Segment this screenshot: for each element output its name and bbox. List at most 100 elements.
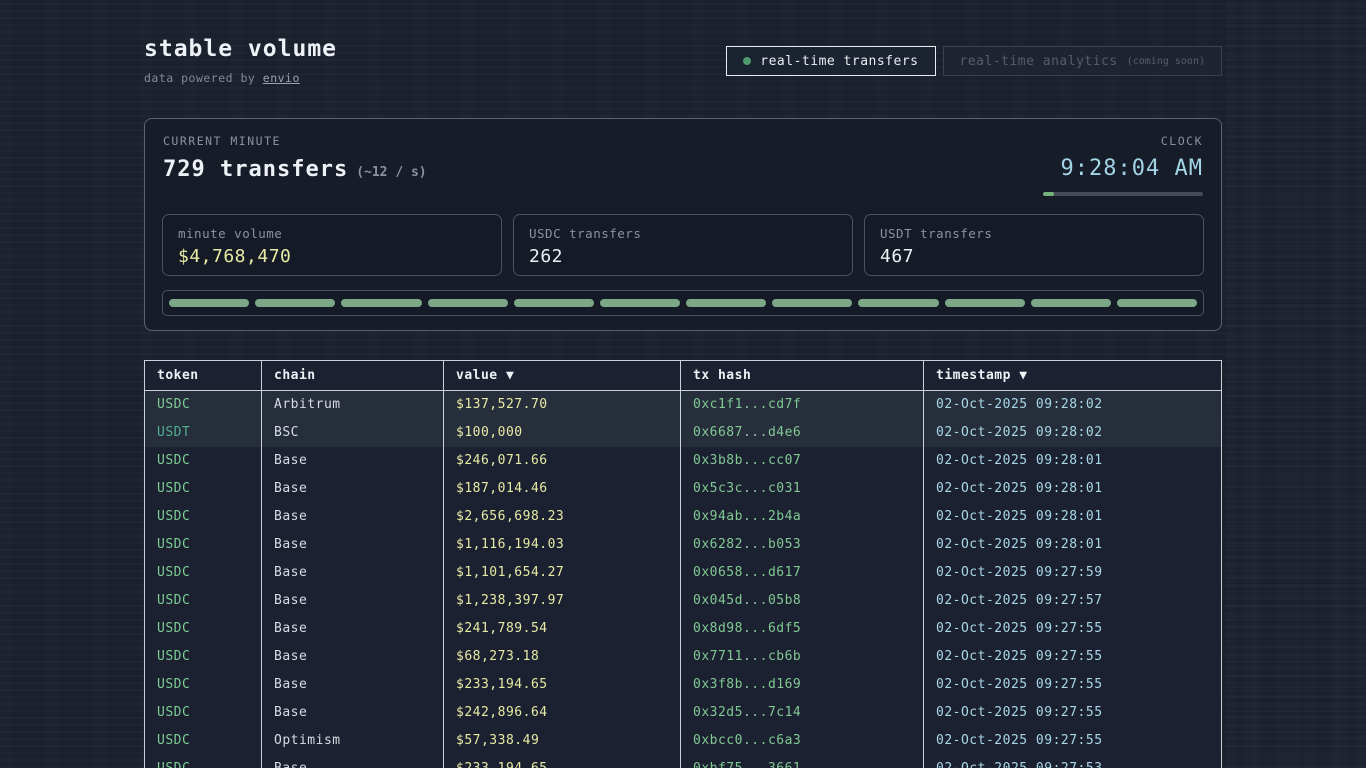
envio-link[interactable]: envio [263,71,300,85]
token-cell: USDC [145,755,262,768]
value-cell: $100,000 [444,419,681,447]
current-minute-label: CURRENT MINUTE [163,134,427,148]
timestamp-cell: 02-Oct-2025 09:28:02 [924,391,1222,419]
token-cell: USDC [145,699,262,727]
stat-card-label: USDC transfers [529,226,837,241]
token-cell: USDC [145,727,262,755]
minute-segment [428,299,508,307]
column-header-chain: chain [262,361,444,391]
tx-hash-link[interactable]: 0xbf75...3661 [681,755,924,768]
tx-hash-link[interactable]: 0x3f8b...d169 [681,671,924,699]
minute-segment [772,299,852,307]
clock-box: CLOCK 9:28:04 AM [1043,134,1203,196]
minute-segment [600,299,680,307]
chain-cell: BSC [262,419,444,447]
table-row: USDCBase$1,116,194.030x6282...b05302-Oct… [145,531,1222,559]
powered-by-prefix: data powered by [144,71,263,85]
tx-hash-link[interactable]: 0xc1f1...cd7f [681,391,924,419]
table-row: USDCBase$2,656,698.230x94ab...2b4a02-Oct… [145,503,1222,531]
timestamp-cell: 02-Oct-2025 09:28:01 [924,447,1222,475]
table-row: USDCBase$233,194.650xbf75...366102-Oct-2… [145,755,1222,768]
chain-cell: Base [262,559,444,587]
table-row: USDCBase$242,896.640x32d5...7c1402-Oct-2… [145,699,1222,727]
tx-hash-link[interactable]: 0x94ab...2b4a [681,503,924,531]
minute-segment [255,299,335,307]
page-title: stable volume [144,36,337,62]
value-cell: $233,194.65 [444,755,681,768]
minute-segment [686,299,766,307]
timestamp-cell: 02-Oct-2025 09:27:55 [924,699,1222,727]
token-cell: USDC [145,615,262,643]
table-row: USDCBase$1,238,397.970x045d...05b802-Oct… [145,587,1222,615]
table-row: USDCBase$68,273.180x7711...cb6b02-Oct-20… [145,643,1222,671]
chain-cell: Base [262,503,444,531]
tx-hash-link[interactable]: 0x7711...cb6b [681,643,924,671]
transfers-count: 729 transfers [163,157,348,182]
table-row: USDCBase$246,071.660x3b8b...cc0702-Oct-2… [145,447,1222,475]
value-cell: $241,789.54 [444,615,681,643]
table-row: USDCBase$241,789.540x8d98...6df502-Oct-2… [145,615,1222,643]
timestamp-cell: 02-Oct-2025 09:27:55 [924,643,1222,671]
tx-hash-link[interactable]: 0x0658...d617 [681,559,924,587]
current-minute-card: CURRENT MINUTE 729 transfers (~12 / s) C… [144,118,1222,331]
stat-card-usdc-transfers: USDC transfers 262 [513,214,853,276]
tx-hash-link[interactable]: 0xbcc0...c6a3 [681,727,924,755]
chain-cell: Base [262,475,444,503]
tx-hash-link[interactable]: 0x32d5...7c14 [681,699,924,727]
stat-card-value: 467 [880,246,1188,267]
column-header-value[interactable]: value ▼ [444,361,681,391]
chain-cell: Base [262,587,444,615]
table-row: USDCBase$233,194.650x3f8b...d16902-Oct-2… [145,671,1222,699]
live-dot-icon [743,57,751,65]
table-header-row: tokenchainvalue ▼tx hashtimestamp ▼ [145,361,1222,391]
chain-cell: Base [262,531,444,559]
minute-segment [341,299,421,307]
transfers-table: tokenchainvalue ▼tx hashtimestamp ▼ USDC… [144,360,1222,768]
view-tabs: real-time transfers real-time analytics … [726,46,1222,76]
value-cell: $57,338.49 [444,727,681,755]
column-header-token: token [145,361,262,391]
tx-hash-link[interactable]: 0x3b8b...cc07 [681,447,924,475]
tx-hash-link[interactable]: 0x045d...05b8 [681,587,924,615]
stats-top-row: CURRENT MINUTE 729 transfers (~12 / s) C… [162,134,1204,196]
clock-progress-track [1043,192,1203,196]
table-row: USDCOptimism$57,338.490xbcc0...c6a302-Oc… [145,727,1222,755]
column-header-tx-hash: tx hash [681,361,924,391]
timestamp-cell: 02-Oct-2025 09:27:55 [924,727,1222,755]
tab-realtime-transfers[interactable]: real-time transfers [726,46,935,76]
chain-cell: Base [262,643,444,671]
table-row: USDCBase$187,014.460x5c3c...c03102-Oct-2… [145,475,1222,503]
token-cell: USDC [145,559,262,587]
chain-cell: Base [262,755,444,768]
transfers-rate: (~12 / s) [356,165,426,180]
stat-card-usdt-transfers: USDT transfers 467 [864,214,1204,276]
coming-soon-label: (coming soon) [1127,56,1205,67]
tx-hash-link[interactable]: 0x6282...b053 [681,531,924,559]
clock-label: CLOCK [1043,134,1203,148]
token-cell: USDC [145,475,262,503]
value-cell: $233,194.65 [444,671,681,699]
chain-cell: Optimism [262,727,444,755]
clock-time: 9:28:04 AM [1043,156,1203,181]
column-header-timestamp[interactable]: timestamp ▼ [924,361,1222,391]
value-cell: $1,101,654.27 [444,559,681,587]
timestamp-cell: 02-Oct-2025 09:27:55 [924,671,1222,699]
chain-cell: Base [262,447,444,475]
timestamp-cell: 02-Oct-2025 09:27:53 [924,755,1222,768]
tx-hash-link[interactable]: 0x8d98...6df5 [681,615,924,643]
minute-segment-bar [162,290,1204,316]
tx-hash-link[interactable]: 0x5c3c...c031 [681,475,924,503]
tx-hash-link[interactable]: 0x6687...d4e6 [681,419,924,447]
value-cell: $1,116,194.03 [444,531,681,559]
top-bar: stable volume data powered by envio real… [144,0,1222,85]
timestamp-cell: 02-Oct-2025 09:28:01 [924,503,1222,531]
chain-cell: Base [262,671,444,699]
value-cell: $242,896.64 [444,699,681,727]
value-cell: $246,071.66 [444,447,681,475]
stat-card-label: USDT transfers [880,226,1188,241]
stat-card-label: minute volume [178,226,486,241]
minute-segment [858,299,938,307]
transfers-count-line: 729 transfers (~12 / s) [163,157,427,182]
stat-card-value: 262 [529,246,837,267]
timestamp-cell: 02-Oct-2025 09:28:01 [924,475,1222,503]
